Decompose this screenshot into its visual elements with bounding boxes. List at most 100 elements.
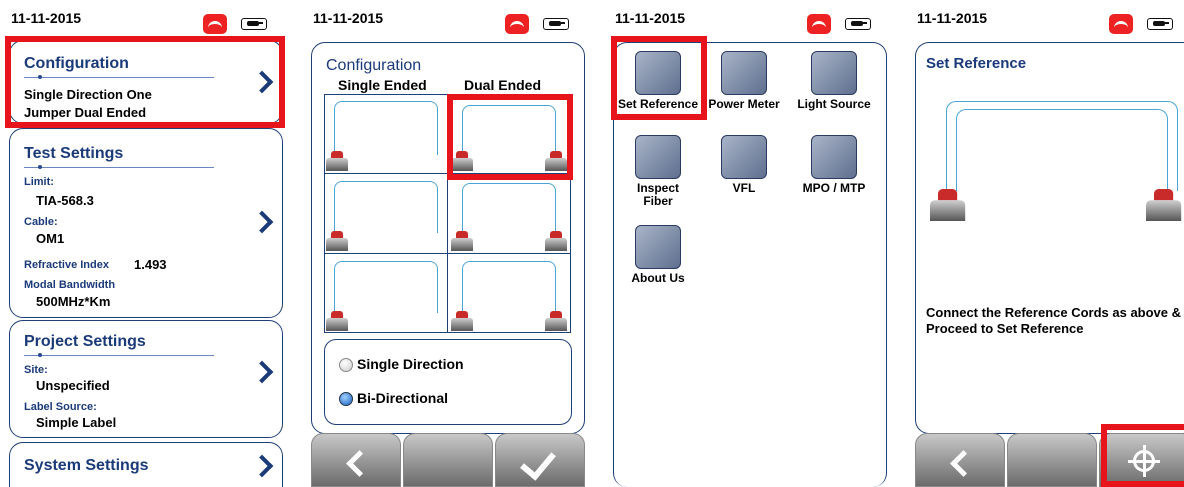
battery-icon [543, 18, 569, 30]
site-value: Unspecified [36, 378, 110, 393]
set-reference-screen: 11-11-2015 Set Reference Connect the Ref… [911, 0, 1184, 487]
cable-value: OM1 [36, 231, 65, 246]
app-mpo-mtp[interactable]: MPO / MTP [788, 135, 880, 195]
vfl-icon [721, 135, 767, 179]
date-label: 11-11-2015 [11, 10, 82, 26]
battery-icon [241, 18, 267, 30]
home-screen: 11-11-2015 Set Reference Power Meter Lig… [609, 0, 892, 487]
date-label: 11-11-2015 [917, 10, 988, 26]
status-bar: 11-11-2015 [911, 0, 1184, 36]
tester-device [451, 311, 473, 331]
chevron-left-icon [950, 450, 977, 477]
phone-icon [505, 14, 529, 34]
bi-directional-label[interactable]: Bi-Directional [357, 390, 448, 406]
refractive-index-value: 1.493 [134, 257, 167, 272]
single-ended-header: Single Ended [338, 77, 427, 93]
fiber-loop [462, 261, 556, 313]
app-power-meter[interactable]: Power Meter [698, 51, 790, 111]
app-vfl[interactable]: VFL [698, 135, 790, 195]
phone-icon [1109, 14, 1133, 34]
test-settings-panel[interactable]: Test Settings Limit: TIA-568.3 Cable: OM… [9, 128, 283, 318]
info-icon [635, 225, 681, 269]
direction-radio-group: Single Direction Bi-Directional [324, 339, 572, 425]
tester-device [326, 231, 348, 251]
limit-value: TIA-568.3 [36, 193, 94, 208]
fiber-loop [334, 261, 438, 313]
highlight-box [611, 36, 707, 120]
modal-bandwidth-value: 500MHz*Km [36, 294, 111, 309]
phone-icon [203, 14, 227, 34]
chevron-left-icon [346, 450, 373, 477]
date-label: 11-11-2015 [615, 10, 686, 26]
status-bar: 11-11-2015 [5, 0, 288, 36]
chevron-right-icon[interactable] [254, 361, 268, 383]
bottom-toolbar [307, 433, 590, 487]
battery-icon [1147, 18, 1173, 30]
chevron-right-icon[interactable] [254, 211, 268, 233]
tester-device [326, 151, 348, 171]
project-settings-title: Project Settings [24, 333, 146, 350]
power-meter-icon [721, 51, 767, 95]
fiber-loop [462, 183, 556, 233]
reference-cord [956, 109, 1168, 191]
system-settings-panel[interactable]: System Settings [9, 442, 283, 487]
highlight-box [447, 94, 573, 180]
app-about-us[interactable]: About Us [612, 225, 704, 285]
back-button[interactable] [915, 433, 1005, 487]
modal-bandwidth-label: Modal Bandwidth [24, 279, 116, 291]
blank-button[interactable] [403, 433, 493, 487]
date-label: 11-11-2015 [313, 10, 384, 26]
tester-device [545, 311, 567, 331]
app-inspect-fiber[interactable]: Inspect Fiber [612, 135, 704, 208]
app-label: Light Source [797, 97, 871, 111]
battery-icon [845, 18, 871, 30]
highlight-box [1101, 424, 1184, 487]
instruction-text: Connect the Reference Cords as above & P… [926, 305, 1182, 336]
back-button[interactable] [311, 433, 401, 487]
tester-device [326, 311, 348, 331]
set-reference-panel: Set Reference Connect the Reference Cord… [915, 42, 1184, 434]
dual-ended-header: Dual Ended [464, 77, 542, 93]
status-bar: 11-11-2015 [307, 0, 590, 36]
checkmark-icon [520, 443, 556, 481]
app-label: Power Meter [708, 97, 780, 111]
single-direction-label[interactable]: Single Direction [357, 356, 464, 372]
light-source-icon [811, 51, 857, 95]
confirm-button[interactable] [495, 433, 585, 487]
mpo-mtp-icon [811, 135, 857, 179]
divider [24, 165, 214, 169]
app-label: VFL [732, 181, 756, 195]
label-source-label: Label Source: [24, 401, 97, 413]
site-label: Site: [24, 364, 48, 376]
system-settings-title: System Settings [24, 457, 149, 474]
cable-label: Cable: [24, 216, 58, 228]
refractive-index-label: Refractive Index [24, 259, 109, 271]
fiber-loop [334, 101, 438, 155]
project-settings-panel[interactable]: Project Settings Site: Unspecified Label… [9, 320, 283, 438]
chevron-right-icon[interactable] [254, 455, 268, 477]
divider [24, 353, 214, 357]
test-settings-title: Test Settings [24, 145, 124, 162]
blank-button[interactable] [1007, 433, 1097, 487]
inspect-fiber-icon [635, 135, 681, 179]
label-source-value: Simple Label [36, 415, 117, 430]
status-bar: 11-11-2015 [609, 0, 892, 36]
tester-device [545, 231, 567, 251]
tester-device [1146, 189, 1182, 221]
app-label: MPO / MTP [802, 181, 866, 195]
tester-device [451, 231, 473, 251]
app-light-source[interactable]: Light Source [788, 51, 880, 111]
set-reference-title: Set Reference [926, 55, 1027, 72]
limit-label: Limit: [24, 176, 54, 188]
bi-directional-radio[interactable] [339, 392, 353, 406]
app-label: About Us [631, 271, 685, 285]
tester-device [930, 189, 966, 221]
app-label: Inspect Fiber [636, 181, 679, 208]
settings-screen: 11-11-2015 Configuration Single Directio… [5, 0, 288, 487]
fiber-loop [334, 181, 438, 233]
configuration-screen: 11-11-2015 Configuration Single Ended Du… [307, 0, 590, 487]
configuration-title: Configuration [326, 57, 422, 74]
phone-icon [807, 14, 831, 34]
highlight-box [5, 36, 285, 128]
single-direction-radio[interactable] [339, 358, 353, 372]
